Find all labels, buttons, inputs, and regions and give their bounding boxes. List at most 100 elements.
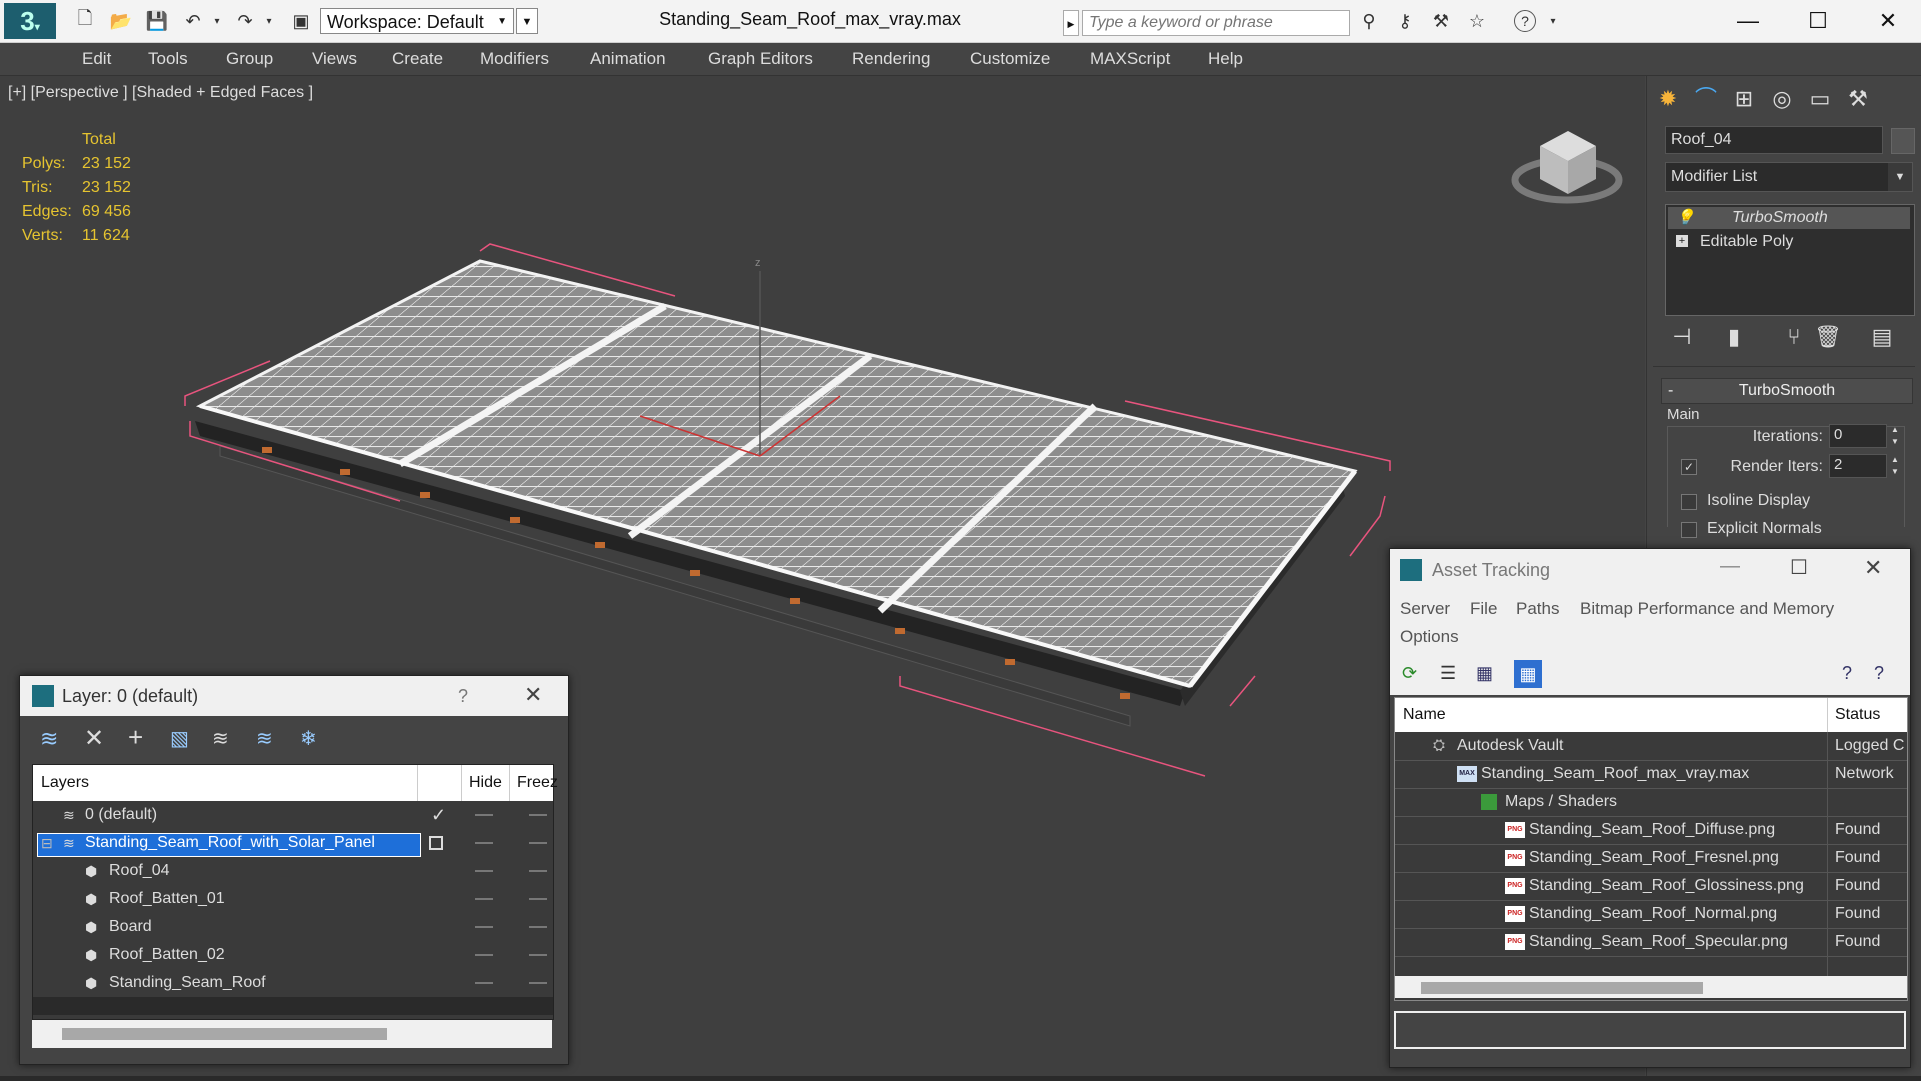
stack-item-turbosmooth[interactable]: 💡 TurboSmooth (1668, 207, 1910, 229)
lightbulb-icon[interactable]: 💡 (1676, 207, 1695, 229)
render-iters-checkbox[interactable]: ✓ (1681, 459, 1697, 475)
freeze-toggle[interactable] (529, 842, 547, 844)
render-iters-spinner[interactable]: 2 (1829, 454, 1887, 478)
add-to-layer-icon[interactable]: + (128, 722, 143, 753)
maximize-button[interactable]: ☐ (1790, 4, 1846, 38)
menu-file[interactable]: File (1470, 599, 1497, 619)
menu-edit[interactable]: Edit (82, 49, 111, 69)
menu-options[interactable]: Options (1400, 627, 1459, 647)
search-expand-icon[interactable]: ▶ (1063, 10, 1079, 36)
minimize-button[interactable]: — (1720, 4, 1776, 38)
new-file-icon[interactable]: 🗋 (74, 8, 96, 32)
tree-view-icon[interactable]: ▦ (1476, 663, 1493, 684)
help-button[interactable]: ? (458, 686, 468, 707)
delete-layer-icon[interactable]: ✕ (84, 724, 104, 753)
layer-object-row[interactable]: ⬢ Board (33, 913, 553, 941)
modifier-list-dropdown[interactable]: Modifier List ▼ (1665, 162, 1913, 192)
hide-all-layers-icon[interactable]: ≋ (256, 726, 273, 751)
close-button[interactable]: ✕ (524, 682, 542, 708)
project-folder-icon[interactable]: ▣ (290, 10, 312, 32)
list-view-icon[interactable]: ☰ (1440, 663, 1456, 684)
modify-tab-icon[interactable]: ⌒ (1689, 84, 1723, 114)
undo-icon[interactable]: ↶ (182, 10, 204, 32)
isoline-display-checkbox[interactable] (1681, 494, 1697, 510)
hide-toggle[interactable] (475, 926, 493, 928)
asset-path-field[interactable] (1394, 1011, 1906, 1049)
col-freeze[interactable]: Freez (517, 774, 558, 792)
create-tab-icon[interactable]: ✹ (1651, 84, 1685, 114)
layer-object-row[interactable]: ⬢ Roof_Batten_01 (33, 885, 553, 913)
utilities-tab-icon[interactable]: ⚒ (1841, 84, 1875, 114)
spinner-arrows-icon[interactable]: ▲ ▼ (1891, 424, 1899, 448)
highlight-selected-icon[interactable]: ≋ (212, 726, 229, 751)
help-icon[interactable]: ? (1514, 10, 1536, 32)
new-layer-icon[interactable]: ≋ (40, 726, 58, 752)
search-input[interactable] (1082, 10, 1350, 36)
menu-maxscript[interactable]: MAXScript (1090, 49, 1170, 69)
asset-row-map[interactable]: PNG Standing_Seam_Roof_Normal.png Found (1395, 900, 1907, 929)
col-layers[interactable]: Layers (41, 774, 89, 792)
hide-toggle[interactable] (475, 842, 493, 844)
stack-item-editable-poly[interactable]: + Editable Poly (1668, 231, 1910, 253)
col-status[interactable]: Status (1835, 706, 1880, 724)
spinner-arrows-icon[interactable]: ▲ ▼ (1891, 454, 1899, 478)
collapse-minus-icon[interactable]: ⊟ (41, 829, 53, 857)
vault-settings-icon[interactable]: ? (1874, 663, 1884, 684)
explicit-normals-checkbox[interactable] (1681, 522, 1697, 538)
layer-row-standing-seam[interactable]: ⊟ ≋ Standing_Seam_Roof_with_Solar_Panel (33, 829, 553, 857)
open-file-icon[interactable]: 📂 (110, 10, 132, 32)
object-name-input[interactable] (1665, 126, 1883, 154)
hide-toggle[interactable] (475, 870, 493, 872)
scrollbar-thumb[interactable] (62, 1028, 387, 1040)
horizontal-scrollbar[interactable] (1395, 976, 1907, 998)
current-layer-check-icon[interactable]: ✓ (431, 801, 446, 829)
asset-row-maps[interactable]: Maps / Shaders (1395, 788, 1907, 817)
hide-toggle[interactable] (475, 954, 493, 956)
menu-animation[interactable]: Animation (590, 49, 666, 69)
hierarchy-tab-icon[interactable]: ⊞ (1727, 84, 1761, 114)
remove-modifier-icon[interactable]: 🗑 (1811, 322, 1845, 352)
exchange-icon[interactable]: ⚒ (1430, 10, 1452, 32)
help-dropdown-icon[interactable]: ▾ (1542, 10, 1564, 32)
close-button[interactable]: ✕ (1864, 555, 1882, 581)
maximize-button[interactable]: ☐ (1790, 555, 1808, 580)
save-file-icon[interactable]: 💾 (146, 10, 168, 32)
max-logo-icon[interactable]: 3▾ (4, 3, 56, 39)
layer-object-row[interactable]: ⬢ Standing_Seam_Roof (33, 969, 553, 997)
pin-stack-icon[interactable]: ⊣ (1665, 322, 1699, 352)
layer-row-default[interactable]: ≋ 0 (default) ✓ (33, 801, 553, 829)
layer-object-row[interactable]: ⬢ Roof_04 (33, 857, 553, 885)
favorites-star-icon[interactable]: ☆ (1466, 10, 1488, 32)
menu-paths[interactable]: Paths (1516, 599, 1559, 619)
menu-bitmap-performance[interactable]: Bitmap Performance and Memory (1580, 599, 1834, 619)
table-view-icon[interactable]: ▦ (1514, 660, 1542, 688)
col-name[interactable]: Name (1403, 706, 1446, 724)
freeze-toggle[interactable] (529, 814, 547, 816)
hide-toggle[interactable] (475, 814, 493, 816)
redo-dropdown-icon[interactable]: ▾ (258, 10, 280, 32)
hide-toggle[interactable] (475, 898, 493, 900)
asset-row-vault[interactable]: ⛭ Autodesk Vault Logged C (1395, 732, 1907, 761)
key-icon[interactable]: ⚷ (1394, 10, 1416, 32)
menu-views[interactable]: Views (312, 49, 357, 69)
scrollbar-thumb[interactable] (1421, 982, 1703, 994)
close-button[interactable]: ✕ (1860, 4, 1916, 38)
workspace-dropdown[interactable]: Workspace: Default ▼ (320, 8, 514, 34)
select-objects-icon[interactable]: ▧ (170, 726, 189, 751)
menu-tools[interactable]: Tools (148, 49, 188, 69)
set-current-checkbox[interactable] (429, 836, 443, 850)
menu-group[interactable]: Group (226, 49, 273, 69)
viewcube-icon[interactable] (1511, 131, 1623, 204)
refresh-icon[interactable]: ⟳ (1402, 663, 1417, 684)
menu-create[interactable]: Create (392, 49, 443, 69)
make-unique-icon[interactable]: ⑂ (1777, 322, 1811, 352)
binoculars-icon[interactable]: ⚲ (1358, 10, 1380, 32)
display-tab-icon[interactable]: ▭ (1803, 84, 1837, 114)
object-color-swatch[interactable] (1891, 128, 1915, 154)
menu-rendering[interactable]: Rendering (852, 49, 930, 69)
workspace-menu-button[interactable]: ▼ (516, 8, 538, 34)
motion-tab-icon[interactable]: ◎ (1765, 84, 1799, 114)
freeze-all-layers-icon[interactable]: ❄ (300, 726, 317, 751)
asset-row-map[interactable]: PNG Standing_Seam_Roof_Diffuse.png Found (1395, 816, 1907, 845)
undo-dropdown-icon[interactable]: ▾ (206, 10, 228, 32)
